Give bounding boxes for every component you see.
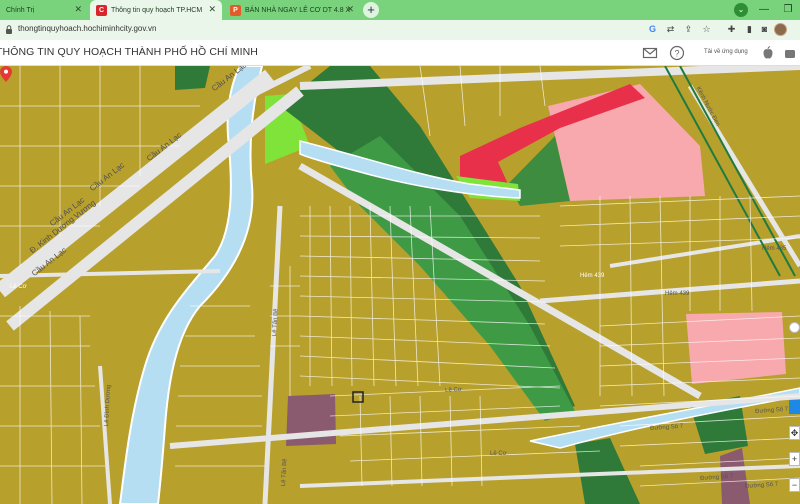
street-label: Hẻm 435	[762, 246, 787, 252]
tab-title: Thông tin quy hoạch TP.HCM	[111, 6, 203, 14]
planning-map[interactable]: Cầu An Lạc Cầu An Lạc Cầu An Lạc Cầu An …	[0, 66, 800, 504]
extension-icon[interactable]: ✚	[725, 23, 738, 36]
app-download-label[interactable]: Tải về ứng dụng	[704, 49, 748, 55]
close-icon[interactable]: ✕	[346, 5, 354, 14]
layer-toggle-button[interactable]	[789, 400, 800, 414]
help-icon[interactable]: ?	[669, 45, 685, 61]
location-marker-icon[interactable]	[789, 322, 800, 333]
tab-ban-nha[interactable]: P BÁN NHÀ NGAY LÊ CƠ DT 4.8 X ✕	[224, 0, 360, 20]
star-icon[interactable]: ☆	[700, 23, 713, 36]
address-bar: thongtinquyhoach.hochiminhcity.gov.vn G …	[0, 20, 800, 40]
close-icon[interactable]: ✕	[74, 5, 82, 14]
apple-icon[interactable]	[760, 45, 776, 61]
location-pin-icon[interactable]	[0, 66, 12, 82]
street-label: Hẻm 439	[580, 273, 605, 279]
new-tab-button[interactable]: +	[363, 2, 379, 18]
tab-thong-tin-quy-hoach[interactable]: C Thông tin quy hoạch TP.HCM ✕	[90, 0, 222, 20]
zoom-out-button[interactable]: −	[789, 478, 800, 492]
mail-icon[interactable]	[642, 45, 658, 61]
browser-tab-strip: Chính Trị ✕ C Thông tin quy hoạch TP.HCM…	[0, 0, 800, 20]
street-label: Hẻm 439	[665, 291, 690, 297]
tab-chinh-tri[interactable]: Chính Trị ✕	[0, 0, 88, 20]
tab-title: Chính Trị	[6, 6, 35, 14]
street-label: Lê Cơ	[10, 284, 27, 290]
android-icon[interactable]	[782, 45, 798, 61]
tab-title: BÁN NHÀ NGAY LÊ CƠ DT 4.8 X	[245, 6, 351, 14]
close-icon[interactable]: ✕	[208, 5, 216, 14]
listing-favicon-icon: P	[230, 4, 241, 16]
url-field[interactable]: thongtinquyhoach.hochiminhcity.gov.vn	[18, 24, 156, 33]
commercial-zone-pink[interactable]	[686, 312, 786, 384]
map-canvas[interactable]	[0, 66, 800, 504]
page-title: THÔNG TIN QUY HOẠCH THÀNH PHỐ HỒ CHÍ MIN…	[0, 46, 258, 58]
camera-icon[interactable]: ◙	[758, 23, 771, 36]
google-icon[interactable]: G	[646, 23, 659, 36]
site-favicon-icon: C	[96, 4, 107, 16]
translate-icon[interactable]: ⇄	[664, 23, 677, 36]
site-header: THÔNG TIN QUY HOẠCH THÀNH PHỐ HỒ CHÍ MIN…	[0, 40, 800, 66]
pan-icon[interactable]: ✥	[789, 426, 800, 440]
green-zone[interactable]	[175, 66, 210, 90]
lock-icon[interactable]	[5, 25, 13, 34]
avatar[interactable]	[774, 23, 787, 36]
maximize-icon[interactable]: ❐	[776, 0, 800, 20]
tab-search-icon[interactable]: ⌄	[734, 3, 748, 17]
share-icon[interactable]: ⇪	[682, 23, 695, 36]
street-label: Lê Cơ	[445, 386, 462, 394]
sidebar-icon[interactable]: ▮	[743, 23, 756, 36]
street-label: Lê Cơ	[490, 451, 507, 457]
minimize-icon[interactable]: —	[752, 0, 776, 20]
zoom-in-button[interactable]: +	[789, 452, 800, 466]
svg-text:?: ?	[674, 49, 679, 59]
